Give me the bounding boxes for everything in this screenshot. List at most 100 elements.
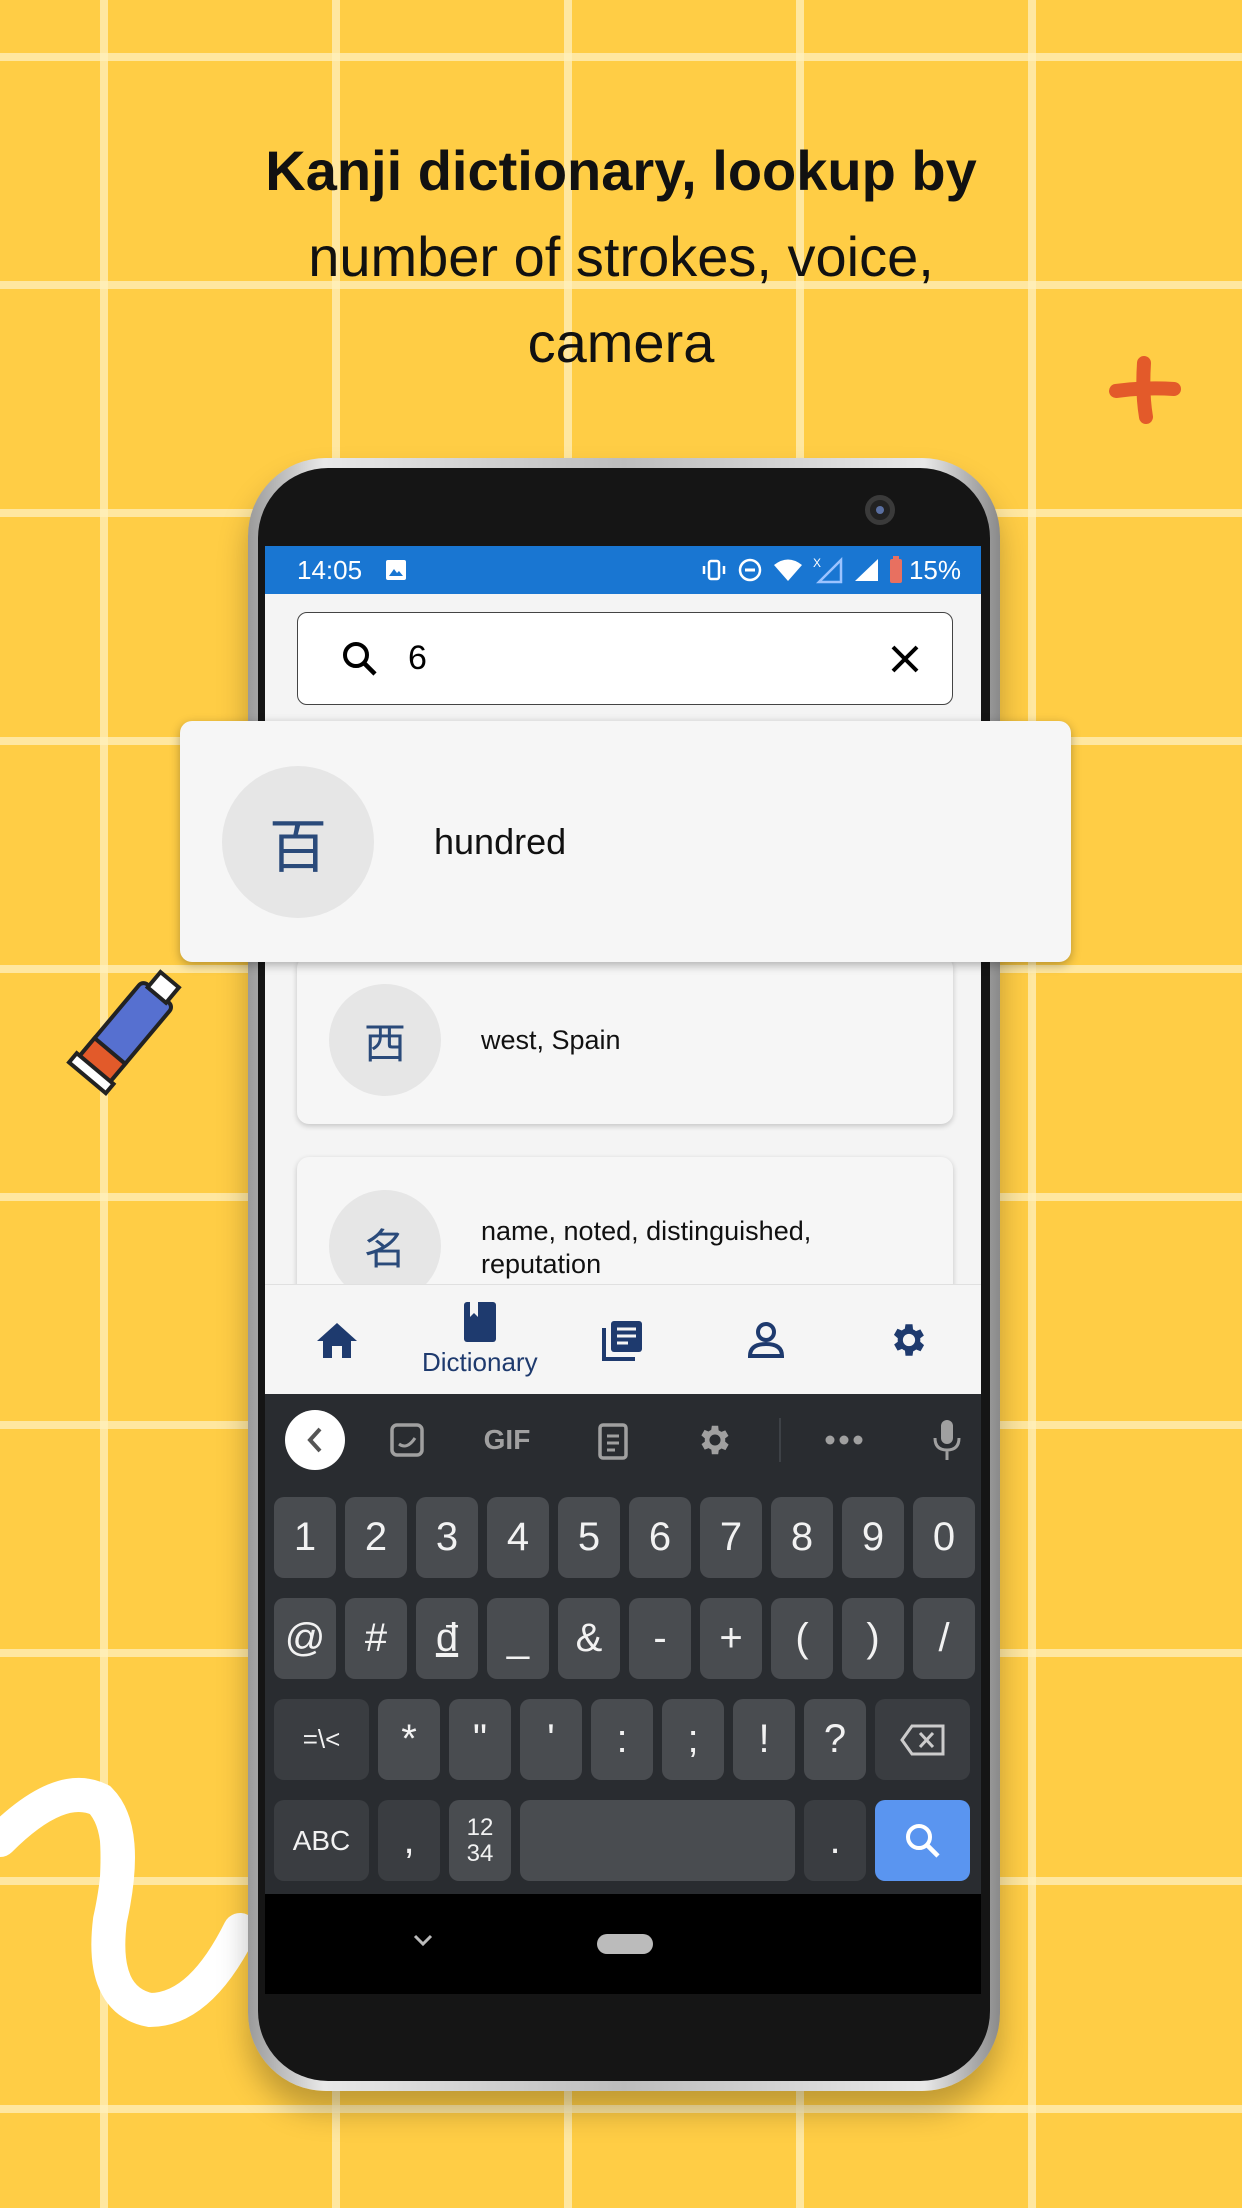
- key[interactable]: #: [345, 1598, 407, 1679]
- keyboard-row-symbols-2: =\< * " ':;!?: [274, 1699, 974, 1780]
- space-key[interactable]: [520, 1800, 795, 1881]
- numpad-top: 12: [466, 1813, 494, 1841]
- key[interactable]: 2: [345, 1497, 407, 1578]
- nav-settings[interactable]: [849, 1319, 969, 1361]
- no-signal-icon: X: [813, 556, 843, 584]
- battery-icon: [889, 556, 902, 583]
- comma-key[interactable]: ,: [378, 1800, 440, 1881]
- keyboard: GIF 1234567890 @ # đ _ & - +() / =\< * " ':;!? ABC…: [265, 1394, 981, 1894]
- key[interactable]: *: [378, 1699, 440, 1780]
- key[interactable]: ): [842, 1598, 904, 1679]
- more-button[interactable]: [814, 1410, 874, 1470]
- search-key[interactable]: [875, 1800, 970, 1881]
- headline-rest: number of strokes, voice, camera: [308, 225, 934, 374]
- key[interactable]: 3: [416, 1497, 478, 1578]
- settings-icon: [894, 1323, 925, 1356]
- nav-dictionary[interactable]: Dictionary: [420, 1301, 540, 1378]
- key[interactable]: !: [733, 1699, 795, 1780]
- key[interactable]: 0: [913, 1497, 975, 1578]
- key[interactable]: &: [558, 1598, 620, 1679]
- key[interactable]: đ: [416, 1598, 478, 1679]
- nav-news[interactable]: [563, 1318, 683, 1362]
- sticker-icon: [390, 1423, 424, 1457]
- vibrate-icon: [702, 559, 726, 581]
- nav-home[interactable]: [277, 1320, 397, 1360]
- kanji-avatar: 西: [329, 984, 441, 1096]
- key[interactable]: +: [700, 1598, 762, 1679]
- gif-button[interactable]: GIF: [477, 1410, 537, 1470]
- key[interactable]: -: [629, 1598, 691, 1679]
- key[interactable]: 9: [842, 1497, 904, 1578]
- keyboard-toolbar: GIF: [265, 1394, 981, 1484]
- keyboard-row-bottom: ABC , 12 34 .: [274, 1800, 974, 1881]
- key[interactable]: 5: [558, 1497, 620, 1578]
- home-icon: [316, 1322, 357, 1358]
- nav-dictionary-label: Dictionary: [421, 1347, 538, 1377]
- kanji-meaning: west, Spain: [481, 1024, 621, 1055]
- image-icon: [386, 560, 407, 580]
- kanji-meaning: name, noted, distinguished, reputation: [481, 1216, 812, 1279]
- gear-icon: [701, 1425, 729, 1455]
- key[interactable]: _: [487, 1598, 549, 1679]
- key[interactable]: @: [274, 1598, 336, 1679]
- microphone-icon: [933, 1420, 961, 1460]
- home-handle[interactable]: [597, 1934, 653, 1954]
- key[interactable]: :: [591, 1699, 653, 1780]
- key[interactable]: 7: [700, 1497, 762, 1578]
- key[interactable]: 6: [629, 1497, 691, 1578]
- bottom-nav: Dictionary: [265, 1284, 981, 1394]
- backspace-key[interactable]: [875, 1699, 970, 1780]
- numpad-key[interactable]: 12 34: [449, 1800, 511, 1881]
- voice-input-button[interactable]: [917, 1410, 977, 1470]
- wifi-icon: [773, 559, 802, 581]
- backspace-icon: [899, 1724, 944, 1755]
- sticker-button[interactable]: [377, 1410, 437, 1470]
- status-bar: 14:05 X 15%: [265, 546, 981, 594]
- signal-icon: [854, 559, 878, 581]
- battery-percent: 15%: [908, 554, 961, 585]
- search-icon: [905, 1823, 940, 1858]
- clipboard-icon: [598, 1423, 628, 1460]
- key[interactable]: ': [520, 1699, 582, 1780]
- keyboard-row-symbols: @ # đ _ & - +() /: [274, 1598, 975, 1679]
- result-card[interactable]: 西 west, Spain: [297, 956, 953, 1124]
- search-icon: [343, 641, 377, 676]
- more-symbols-key[interactable]: =\<: [274, 1699, 369, 1780]
- key[interactable]: ": [449, 1699, 511, 1780]
- profile-icon: [748, 1321, 785, 1358]
- kanji-avatar: 百: [222, 765, 374, 918]
- key[interactable]: 4: [487, 1497, 549, 1578]
- do-not-disturb-icon: [738, 558, 762, 582]
- chevron-down-icon[interactable]: [411, 1932, 435, 1948]
- dictionary-icon: [463, 1302, 496, 1342]
- system-nav-bar: [265, 1894, 981, 1994]
- headline: Kanji dictionary, lookup by number of st…: [0, 128, 1242, 386]
- status-time: 14:05: [297, 554, 363, 585]
- numpad-bottom: 34: [466, 1839, 494, 1867]
- key[interactable]: (: [771, 1598, 833, 1679]
- nav-profile[interactable]: [706, 1320, 826, 1360]
- plus-decoration-icon: [1109, 356, 1181, 424]
- clear-icon[interactable]: [888, 642, 922, 676]
- abc-key[interactable]: ABC: [274, 1800, 369, 1881]
- keyboard-settings-button[interactable]: [685, 1410, 745, 1470]
- search-input[interactable]: [408, 639, 888, 678]
- highlighted-result-card[interactable]: 百 hundred: [180, 721, 1071, 962]
- key[interactable]: 8: [771, 1497, 833, 1578]
- toolbar-divider: [779, 1418, 781, 1462]
- keyboard-row-numbers: 1234567890: [274, 1497, 975, 1578]
- period-key[interactable]: .: [804, 1800, 866, 1881]
- key[interactable]: 1: [274, 1497, 336, 1578]
- squiggle-decoration-icon: [0, 1778, 257, 2028]
- clipboard-button[interactable]: [583, 1410, 643, 1470]
- key[interactable]: ?: [804, 1699, 866, 1780]
- search-bar[interactable]: [297, 612, 953, 705]
- more-icon: [825, 1435, 863, 1445]
- collapse-toolbar-button[interactable]: [285, 1410, 345, 1470]
- news-icon: [601, 1320, 642, 1361]
- key[interactable]: /: [913, 1598, 975, 1679]
- paint-tube-decoration-icon: [66, 969, 182, 1097]
- svg-text:X: X: [813, 556, 821, 570]
- camera-icon: [865, 495, 895, 525]
- key[interactable]: ;: [662, 1699, 724, 1780]
